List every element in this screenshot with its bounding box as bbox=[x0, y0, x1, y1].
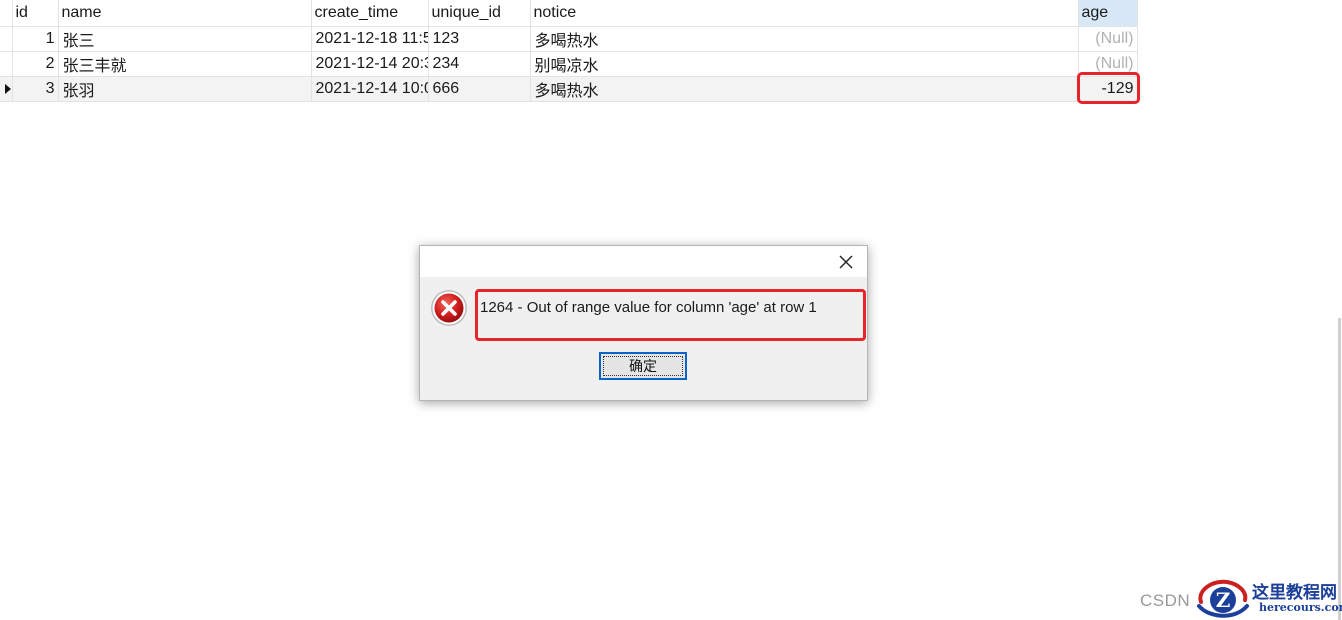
error-dialog: 1264 - Out of range value for column 'ag… bbox=[419, 245, 868, 401]
cell-notice[interactable]: 别喝凉水 bbox=[530, 51, 1079, 77]
csdn-watermark: CSDN bbox=[1140, 591, 1191, 610]
column-header-name[interactable]: name bbox=[58, 0, 312, 27]
column-header-create-time[interactable]: create_time bbox=[311, 0, 429, 27]
data-grid: id name create_time unique_id notice age… bbox=[0, 0, 1138, 102]
cell-notice[interactable]: 多喝热水 bbox=[530, 26, 1079, 52]
cell-create-time[interactable]: 2021-12-14 20:3 bbox=[311, 51, 429, 77]
cell-create-time[interactable]: 2021-12-14 10:0 bbox=[311, 76, 429, 102]
row-marker-header bbox=[0, 0, 13, 27]
cell-name[interactable]: 张羽 bbox=[58, 76, 312, 102]
header-row: id name create_time unique_id notice age bbox=[0, 0, 1138, 27]
cell-id[interactable]: 3 bbox=[12, 76, 59, 102]
error-icon bbox=[431, 290, 467, 326]
table-row[interactable]: 2 张三丰就 2021-12-14 20:3 234 别喝凉水 (Null) bbox=[0, 51, 1138, 77]
column-header-unique-id[interactable]: unique_id bbox=[428, 0, 531, 27]
column-header-notice[interactable]: notice bbox=[530, 0, 1079, 27]
table-row-current[interactable]: 3 张羽 2021-12-14 10:0 666 多喝热水 -129 bbox=[0, 76, 1138, 102]
cell-age-edited[interactable]: -129 bbox=[1078, 76, 1138, 102]
cell-age[interactable]: (Null) bbox=[1078, 51, 1138, 77]
brand-name: 这里教程网 bbox=[1252, 583, 1337, 603]
row-marker[interactable] bbox=[0, 26, 13, 52]
column-header-age[interactable]: age bbox=[1078, 0, 1138, 27]
table-row[interactable]: 1 张三 2021-12-18 11:5 123 多喝热水 (Null) bbox=[0, 26, 1138, 52]
cell-notice[interactable]: 多喝热水 bbox=[530, 76, 1079, 102]
cell-name[interactable]: 张三 bbox=[58, 26, 312, 52]
current-row-arrow-icon bbox=[5, 83, 11, 94]
brand-logo: Z bbox=[1197, 579, 1249, 618]
brand-url: herecours.com bbox=[1259, 601, 1342, 614]
app-window: id name create_time unique_id notice age… bbox=[0, 0, 1342, 620]
ok-button[interactable]: 确定 bbox=[599, 352, 687, 380]
row-marker[interactable] bbox=[0, 51, 13, 77]
cell-id[interactable]: 1 bbox=[12, 26, 59, 52]
column-header-id[interactable]: id bbox=[12, 0, 59, 27]
cell-create-time[interactable]: 2021-12-18 11:5 bbox=[311, 26, 429, 52]
cell-unique-id[interactable]: 666 bbox=[428, 76, 531, 102]
current-row-marker[interactable] bbox=[0, 76, 13, 102]
close-icon bbox=[839, 255, 853, 269]
cell-unique-id[interactable]: 234 bbox=[428, 51, 531, 77]
dialog-titlebar bbox=[420, 246, 867, 277]
svg-text:Z: Z bbox=[1216, 588, 1231, 612]
cell-id[interactable]: 2 bbox=[12, 51, 59, 77]
cell-name[interactable]: 张三丰就 bbox=[58, 51, 312, 77]
cell-unique-id[interactable]: 123 bbox=[428, 26, 531, 52]
vertical-scrollbar[interactable] bbox=[1338, 318, 1341, 620]
cell-age[interactable]: (Null) bbox=[1078, 26, 1138, 52]
error-message: 1264 - Out of range value for column 'ag… bbox=[480, 299, 817, 316]
close-button[interactable] bbox=[835, 251, 857, 273]
